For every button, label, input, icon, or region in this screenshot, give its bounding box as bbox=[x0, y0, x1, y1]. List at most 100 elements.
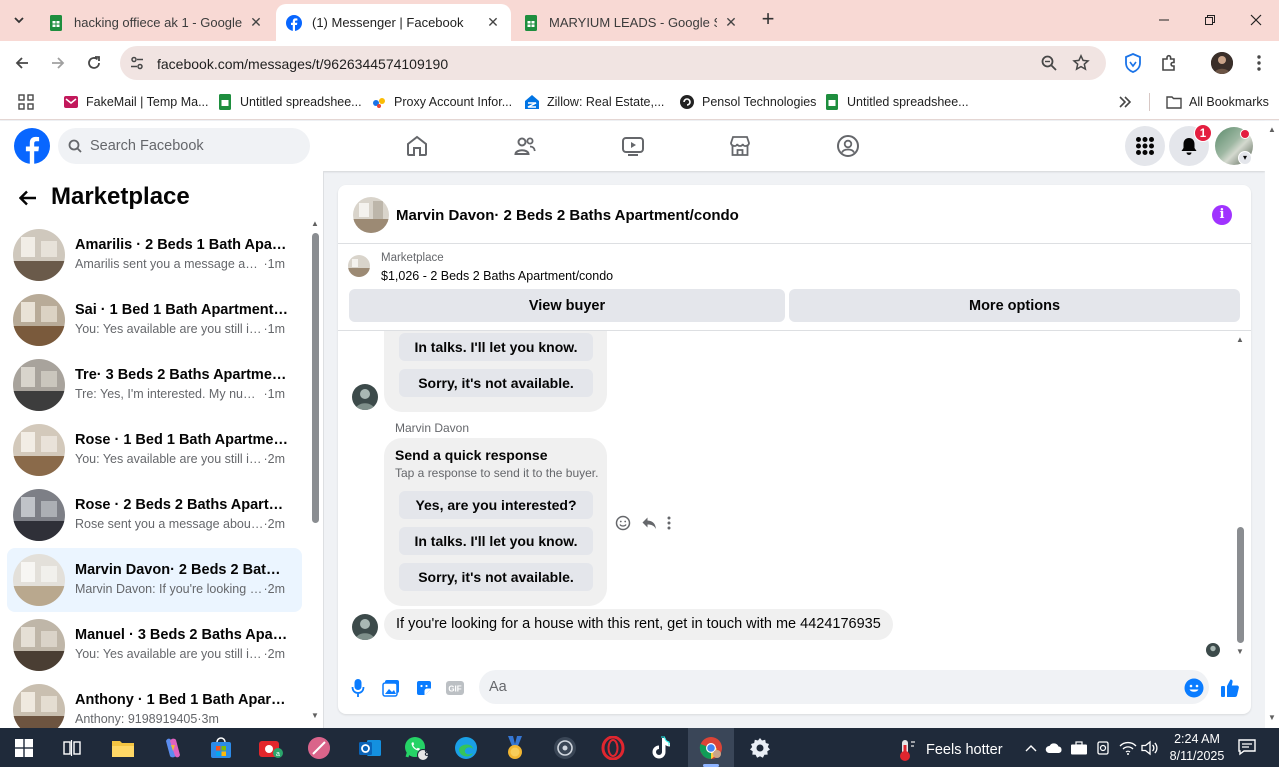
quick-response-option[interactable]: Sorry, it's not available. bbox=[399, 369, 593, 397]
bookmark-zillow[interactable]: Zillow: Real Estate,... bbox=[524, 92, 664, 112]
system-clock[interactable]: 2:24 AM 8/11/2025 bbox=[1164, 731, 1230, 765]
back-button[interactable] bbox=[8, 49, 36, 77]
nav-friends[interactable] bbox=[512, 133, 538, 159]
listing-avatar[interactable] bbox=[353, 197, 389, 233]
conversation-item[interactable]: Sai · 1 Bed 1 Bath Apartment/co... You: Y… bbox=[7, 288, 302, 352]
nav-gaming[interactable] bbox=[835, 133, 861, 159]
menu-button[interactable] bbox=[1125, 126, 1165, 166]
zoom-icon[interactable] bbox=[1040, 54, 1058, 72]
scrollbar-thumb[interactable] bbox=[1237, 527, 1244, 643]
sender-avatar[interactable] bbox=[352, 384, 378, 410]
extensions-button[interactable] bbox=[1158, 52, 1180, 74]
quick-response-option[interactable]: In talks. I'll let you know. bbox=[399, 333, 593, 361]
nav-video[interactable] bbox=[620, 133, 646, 159]
info-icon[interactable]: i bbox=[1212, 205, 1232, 225]
taskbar-store[interactable] bbox=[207, 734, 235, 762]
message-input[interactable] bbox=[489, 670, 1169, 704]
minimize-button[interactable] bbox=[1141, 0, 1187, 40]
conversation-item[interactable]: Amarilis · 2 Beds 1 Bath Apartm... Amaril… bbox=[7, 223, 302, 287]
quick-response-option[interactable]: In talks. I'll let you know. bbox=[399, 527, 593, 555]
show-hidden-icons-button[interactable] bbox=[1022, 739, 1040, 757]
conversation-item[interactable]: Rose · 2 Beds 2 Baths Apartmen... Rose se… bbox=[7, 483, 302, 547]
page-scrollbar[interactable]: ▲ ▼ bbox=[1265, 121, 1279, 728]
all-bookmarks-button[interactable]: All Bookmarks bbox=[1166, 92, 1269, 112]
profile-avatar[interactable] bbox=[1211, 52, 1233, 74]
taskbar-chrome[interactable] bbox=[697, 734, 725, 762]
taskbar-settings[interactable] bbox=[746, 734, 774, 762]
site-settings-icon[interactable] bbox=[129, 55, 145, 71]
apps-button[interactable] bbox=[18, 92, 34, 112]
conversation-item[interactable]: Anthony · 1 Bed 1 Bath Apartme... Anthony… bbox=[7, 678, 302, 728]
extension-shield-button[interactable] bbox=[1122, 52, 1144, 74]
scroll-up-arrow-icon[interactable]: ▲ bbox=[1268, 125, 1276, 134]
start-button[interactable] bbox=[10, 734, 38, 762]
forward-button[interactable] bbox=[44, 49, 72, 77]
taskbar-copilot[interactable] bbox=[159, 734, 187, 762]
attach-media-button[interactable] bbox=[380, 677, 402, 699]
facebook-logo-icon[interactable] bbox=[14, 128, 50, 164]
nav-home[interactable] bbox=[404, 133, 430, 159]
scroll-up-arrow-icon[interactable]: ▲ bbox=[311, 219, 319, 228]
volume-tray[interactable] bbox=[1141, 739, 1159, 757]
conversation-item[interactable]: Marvin Davon· 2 Beds 2 Baths A... Marvin … bbox=[7, 548, 302, 612]
notification-center-icon[interactable] bbox=[1238, 738, 1256, 756]
bookmark-pensol[interactable]: Pensol Technologies bbox=[679, 92, 816, 112]
onedrive-tray[interactable] bbox=[1045, 739, 1063, 757]
quick-response-option[interactable]: Sorry, it's not available. bbox=[399, 563, 593, 591]
bookmark-proxy[interactable]: Proxy Account Infor... bbox=[371, 92, 512, 112]
taskbar-tiktok[interactable] bbox=[647, 734, 675, 762]
sticker-button[interactable] bbox=[413, 677, 435, 699]
back-button[interactable] bbox=[16, 186, 40, 210]
taskbar-edge[interactable] bbox=[452, 734, 480, 762]
close-icon[interactable]: ✕ bbox=[248, 14, 264, 31]
weather-widget[interactable]: Feels hotter bbox=[896, 738, 1003, 762]
view-buyer-button[interactable]: View buyer bbox=[349, 289, 785, 322]
scroll-down-arrow-icon[interactable]: ▼ bbox=[1268, 713, 1276, 722]
gif-button[interactable]: GIF bbox=[444, 677, 466, 699]
scroll-down-arrow-icon[interactable]: ▼ bbox=[311, 711, 319, 720]
conversation-item[interactable]: Tre· 3 Beds 2 Baths Apartment/c... Tre: Y… bbox=[7, 353, 302, 417]
browser-menu-button[interactable] bbox=[1248, 52, 1270, 74]
sender-avatar[interactable] bbox=[352, 614, 378, 640]
thread-scrollbar[interactable]: ▲ ▼ bbox=[1236, 335, 1246, 657]
voice-clip-button[interactable] bbox=[347, 677, 369, 699]
bookmarks-overflow-button[interactable] bbox=[1118, 92, 1132, 112]
close-icon[interactable]: ✕ bbox=[485, 14, 501, 31]
taskbar-outlook[interactable] bbox=[356, 734, 384, 762]
close-window-button[interactable] bbox=[1233, 0, 1279, 40]
reply-icon[interactable] bbox=[641, 515, 657, 531]
send-like-button[interactable] bbox=[1219, 677, 1241, 699]
quick-response-option[interactable]: Yes, are you interested? bbox=[399, 491, 593, 519]
conversation-item[interactable]: Manuel · 3 Beds 2 Baths Apartm... You: Ye… bbox=[7, 613, 302, 677]
browser-tab-sheets-1[interactable]: hacking offiece ak 1 - Google Sh ✕ bbox=[38, 4, 274, 41]
new-tab-button[interactable]: + bbox=[756, 8, 780, 32]
network-tray[interactable] bbox=[1119, 739, 1137, 757]
taskbar-app-gradient[interactable] bbox=[305, 734, 333, 762]
reload-button[interactable] bbox=[80, 49, 108, 77]
browser-tab-sheets-2[interactable]: MARYIUM LEADS - Google Shee ✕ bbox=[513, 4, 749, 41]
close-icon[interactable]: ✕ bbox=[723, 14, 739, 31]
tray-app-icon[interactable] bbox=[1070, 739, 1088, 757]
tray-device-icon[interactable] bbox=[1094, 739, 1112, 757]
message-input-box[interactable] bbox=[479, 670, 1209, 704]
more-options-button[interactable]: More options bbox=[789, 289, 1240, 322]
scrollbar-thumb[interactable] bbox=[312, 233, 319, 523]
restore-button[interactable] bbox=[1187, 0, 1233, 40]
search-input[interactable] bbox=[90, 128, 300, 164]
bookmark-star-icon[interactable] bbox=[1072, 54, 1090, 72]
bookmark-spreadsheet-2[interactable]: Untitled spreadshee... bbox=[824, 92, 969, 112]
message-bubble[interactable]: If you're looking for a house with this … bbox=[384, 609, 893, 640]
taskbar-app-medal[interactable] bbox=[501, 734, 529, 762]
scroll-down-arrow-icon[interactable]: ▼ bbox=[1236, 647, 1244, 656]
tab-search-button[interactable] bbox=[6, 8, 32, 32]
listing-thumbnail[interactable] bbox=[348, 255, 370, 277]
more-vertical-icon[interactable] bbox=[667, 516, 671, 530]
scroll-up-arrow-icon[interactable]: ▲ bbox=[1236, 335, 1244, 344]
account-chevron-icon[interactable]: ▾ bbox=[1238, 151, 1252, 165]
taskbar-file-explorer[interactable] bbox=[109, 734, 137, 762]
listing-description[interactable]: $1,026 - 2 Beds 2 Baths Apartment/condo bbox=[381, 269, 613, 283]
bookmark-spreadsheet-1[interactable]: Untitled spreadshee... bbox=[217, 92, 362, 112]
taskbar-app-dark[interactable] bbox=[551, 734, 579, 762]
taskbar-whatsapp[interactable]: 8 bbox=[402, 734, 430, 762]
browser-tab-messenger[interactable]: (1) Messenger | Facebook ✕ bbox=[276, 4, 511, 41]
